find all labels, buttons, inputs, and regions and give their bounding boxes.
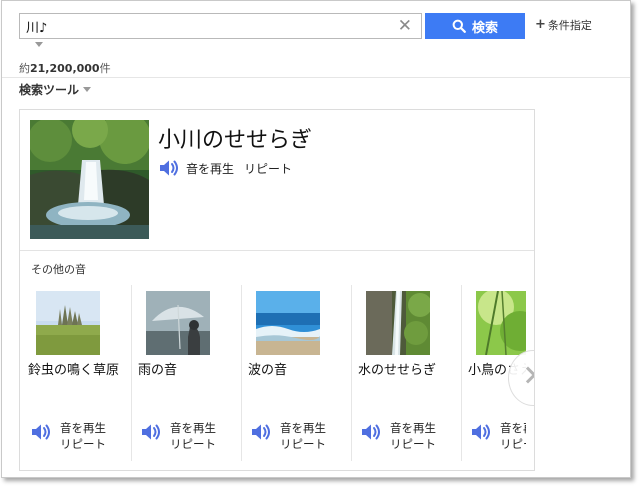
- repeat-link[interactable]: リピート: [170, 436, 216, 452]
- search-tools-toggle[interactable]: 検索ツール: [19, 81, 92, 98]
- stream-thumbnail[interactable]: [30, 120, 149, 239]
- speaker-icon[interactable]: [470, 422, 492, 442]
- repeat-link[interactable]: リピート: [60, 436, 106, 452]
- play-sound-link[interactable]: 音を再生: [390, 420, 436, 436]
- speaker-icon[interactable]: [140, 422, 162, 442]
- sound-tile-title: 水のせせらぎ: [358, 363, 437, 378]
- repeat-link[interactable]: リピート: [390, 436, 436, 452]
- birds-thumbnail[interactable]: [476, 291, 526, 355]
- search-button-label: 検索: [471, 20, 498, 36]
- search-button[interactable]: 検索: [425, 13, 525, 39]
- divider: [20, 250, 534, 251]
- sound-card: 小川のせせらぎ 音を再生 リピート その他の音 鈴虫の鳴く草原 音を再生 リピー…: [19, 109, 535, 471]
- sound-actions: 音を再生 リピート: [158, 158, 292, 178]
- repeat-link[interactable]: リピート: [280, 436, 326, 452]
- rain-thumbnail[interactable]: [146, 291, 210, 355]
- browser-frame: ✕ 検索 + 条件指定 約21,200,000件 検索ツール: [1, 0, 631, 478]
- sound-tile-title: 鈴虫の鳴く草原: [28, 363, 120, 378]
- search-tools-label: 検索ツール: [19, 83, 80, 97]
- other-sounds-label: その他の音: [31, 263, 86, 276]
- repeat-link[interactable]: リピート: [244, 160, 292, 177]
- other-sounds-carousel: 鈴虫の鳴く草原 音を再生 リピート 雨の音 音を再生 リピート 波の音 音を再生…: [20, 285, 526, 461]
- search-box[interactable]: ✕: [19, 13, 422, 39]
- play-sound-link[interactable]: 音を再生: [186, 160, 234, 177]
- sound-tile[interactable]: 鈴虫の鳴く草原 音を再生 リピート: [22, 285, 132, 461]
- sound-tile[interactable]: 波の音 音を再生 リピート: [242, 285, 352, 461]
- water-thumbnail[interactable]: [366, 291, 430, 355]
- play-sound-link[interactable]: 音を再生: [280, 420, 326, 436]
- result-count-suffix: 件: [99, 62, 111, 75]
- speaker-icon[interactable]: [250, 422, 272, 442]
- speaker-icon[interactable]: [158, 158, 180, 178]
- conditions-label: 条件指定: [547, 19, 592, 32]
- chevron-down-icon: [83, 87, 92, 92]
- close-icon[interactable]: ✕: [398, 16, 412, 36]
- speaker-icon[interactable]: [360, 422, 382, 442]
- sound-title: 小川のせせらぎ: [158, 128, 313, 153]
- search-input[interactable]: [20, 14, 390, 38]
- search-header: ✕ 検索 + 条件指定 約21,200,000件: [2, 1, 630, 78]
- play-sound-link[interactable]: 音を再生: [500, 420, 526, 436]
- sound-tile-title: 雨の音: [138, 363, 178, 378]
- chevron-down-icon[interactable]: [35, 42, 43, 47]
- repeat-link[interactable]: リピート: [500, 436, 526, 452]
- result-count-prefix: 約: [19, 62, 30, 75]
- search-icon: [452, 19, 466, 33]
- result-count-value: 21,200,000: [30, 62, 100, 75]
- sound-tile[interactable]: 水のせせらぎ 音を再生 リピート: [352, 285, 462, 461]
- plus-icon: +: [535, 17, 546, 32]
- sound-tile-title: 波の音: [248, 363, 288, 378]
- waves-thumbnail[interactable]: [256, 291, 320, 355]
- speaker-icon[interactable]: [30, 422, 52, 442]
- play-sound-link[interactable]: 音を再生: [170, 420, 216, 436]
- meadow-thumbnail[interactable]: [36, 291, 100, 355]
- play-sound-link[interactable]: 音を再生: [60, 420, 106, 436]
- sound-tile[interactable]: 雨の音 音を再生 リピート: [132, 285, 242, 461]
- advanced-search-link[interactable]: + 条件指定: [535, 17, 592, 33]
- result-count: 約21,200,000件: [19, 60, 111, 76]
- chevron-right-icon: [519, 366, 534, 384]
